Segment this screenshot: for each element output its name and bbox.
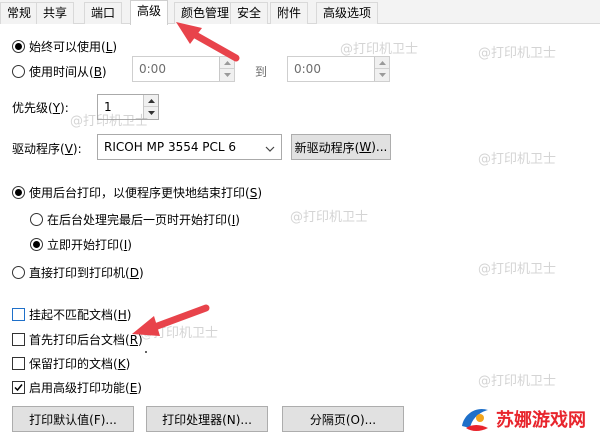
annotation-arrow-icon <box>132 304 210 336</box>
cursor-dot <box>145 351 147 353</box>
annotation-arrows <box>132 22 240 353</box>
annotation-arrow-icon <box>176 22 240 62</box>
site-logo: 苏娜游戏网 <box>458 404 586 434</box>
logo-emblem-icon <box>462 408 488 431</box>
logo-text: 苏娜游戏网 <box>496 410 586 431</box>
